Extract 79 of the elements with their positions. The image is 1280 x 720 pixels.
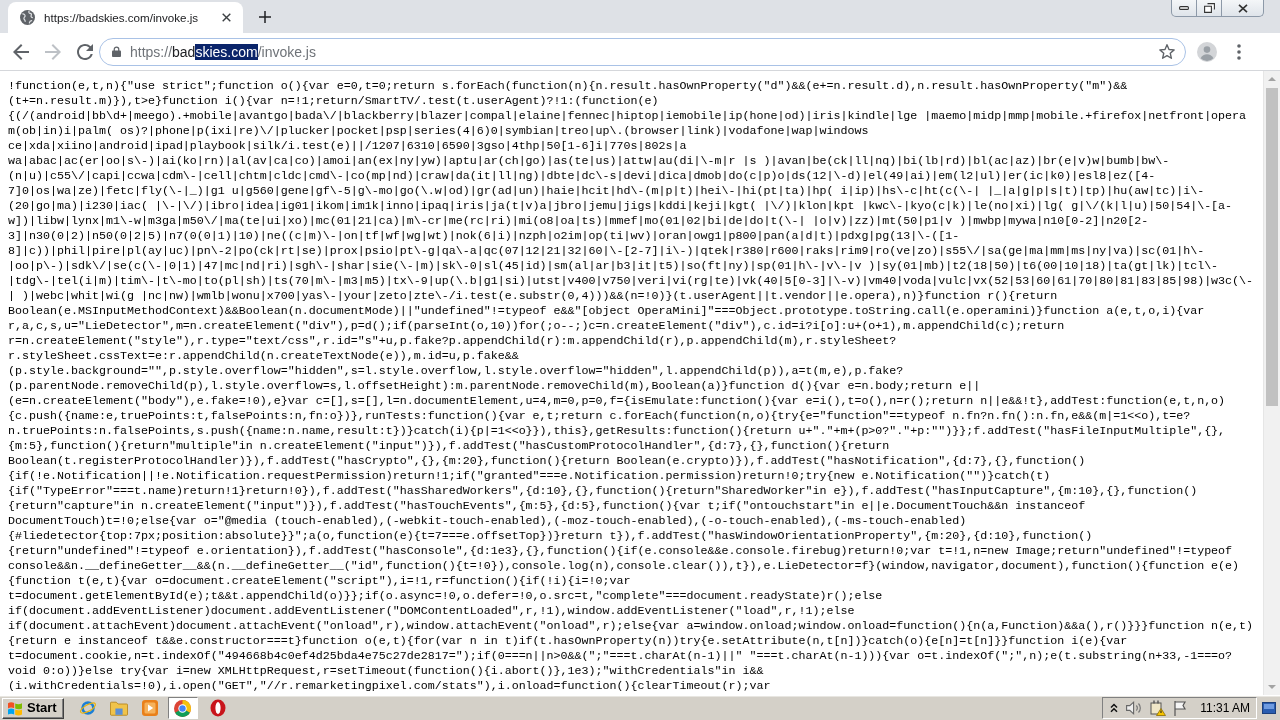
code-line: {return e instanceof t&&e.constructor===t}function o(e,t){for(var n in t)if(t.hasOwnProperty(n))try{e.setAttribute(n,t[n])}catch(o){e[n]=t[n]}}function i(e){var bbox=[8, 634, 1129, 649]
code-line: |tdg\-|tel(i|m)|tim\-|t\-mo|to(pl|sh)|ts(70|m\-|m3|m5)|tx\-9|up(\.b|g1|si)|utst|v400|v750|veri|vi(rg|te)|vk(40|5[0-3]|\-v)|vm40|voda|vulc|vx(52|53|60|61|70|80|81|83|85|98)|w3c(\- bbox=[8, 274, 1255, 289]
code-line: if(document.addEventListener)document.addEventListener("DOMContentLoaded",r,!1),window.addEventListener("load",r,!1);else bbox=[8, 604, 856, 619]
close-window-button[interactable] bbox=[1222, 0, 1264, 17]
oval-ring-icon bbox=[209, 699, 226, 717]
network-warning-icon[interactable] bbox=[1150, 700, 1167, 716]
code-line: !function(e,t,n){"use strict";function o(){var e=0,t=0;return s.forEach(function(n){n.result.hasOwnProperty("d")&&(e+=n.result.d),n.result.hasOwnProperty("m")&& bbox=[8, 79, 1129, 94]
code-line: |oo|p\-)|sdk\/|se(c(\-|0|1)|47|mc|nd|ri)|sgh\-|shar|sie(\-|m)|sk\-0|sl(45|id)|sm(al|ar|b3|it|t5)|so(ft|ny)|sp(01|h\-|v\-|v )|sy(01|mb)|t2(18|50)|t6(00|10|18)|ta(gt|lk)|tcl\- bbox=[8, 259, 1220, 274]
avatar-icon bbox=[1197, 41, 1217, 62]
code-line: ce|xda|xiino|android|ipad|playbook|silk/i.test(e)||/1207|6310|6590|3gso|4thp|50[1-6]i|770s|802s|a bbox=[8, 139, 688, 154]
code-line: {(/(android|bb\d+|meego).+mobile|avantgo|bada\/|blackberry|blazer|compal|elaine|fennec|hiptop|iemobile|ip(hone|od)|iris|kindle|lge |maemo|midp|mmp|mobile.+firefox|netfront|opera bbox=[8, 109, 1248, 124]
flag-icon bbox=[7, 700, 23, 716]
code-line: {if(!e.Notification||!e.Notification.requestPermission)return!1;if("granted"===e.Notification.permission)return!0;try{new e.Notification("")}catch(t) bbox=[8, 469, 1052, 484]
code-line: r.styleSheet.cssText=e:r.appendChild(n.createTextNode(e)),m.id=u,p.fake&& bbox=[8, 349, 520, 364]
code-line: r,a,c,s,u="LieDetector",m=n.createElement("div"),p=d();if(parseInt(o,10))for(;o--;)c=n.createElement("div"),c.id=i?i[o]:u+(o+1),m.appendChild(c);return bbox=[8, 319, 1066, 334]
code-line: {return"undefined"!=typeof e.orientation}),f.addTest("hasConsole",{d:1e3},{},function(){if(e.console&&e.console.firebug)return!0;var t=!1,n=new Image;return"undefined"!=typeof bbox=[8, 544, 1234, 559]
right-arrow-icon bbox=[45, 43, 61, 60]
code-line: {c.push({name:e,truePoints:t,falsePoints:n,fn:o})},runTests:function(){var e,t;return c.forEach(function(n,o){try{e="function"==typeof n.fn?n.fn():n.fn,e&&(m|=1<<o),t=e? bbox=[8, 409, 1192, 424]
code-line: console&&n.__defineGetter__&&(n.__defineGetter__("id",function(){t=!0}),console.log(n),console.clear()),t}),e.LieDetector=f}(window,navigator,document),function(){function e(e) bbox=[8, 559, 1241, 574]
code-line: (p.parentNode.removeChild(p),l.style.overflow=s,l.offsetHeight):m.parentNode.removeChild(m),Boolean(a)}function d(){var e=n.body;return e|| bbox=[8, 379, 982, 394]
address-bar[interactable]: https://badskies.com/invoke.js bbox=[99, 37, 1186, 66]
segmented-circle-icon bbox=[174, 699, 192, 717]
clock-text: 11:31 AM bbox=[1200, 700, 1250, 717]
menu-icon bbox=[1237, 43, 1241, 60]
speaker-icon[interactable] bbox=[1126, 701, 1143, 715]
taskbar-button[interactable] bbox=[167, 697, 198, 719]
code-line: {m:5},function(){return"multiple"in n.createElement("input")}),f.addTest("hasCustomProtocolHandler",{d:7},{},function(){return bbox=[8, 439, 891, 454]
profile-button[interactable] bbox=[1195, 39, 1219, 64]
star-icon bbox=[1159, 44, 1175, 59]
code-line: 7]0|os|wa|ze)|fetc|fly(\-|_)|g1 u|g560|gene|gf\-5|g\-mo|go(\.w|od)|gr(ad|un)|haie|hcit|hd\-(m|p|t)|hei\-|hi(pt|ta)|hp( i|ip)|hs\-c|ht(c(\-| |_|a|g|p|s|t)|tp)|hu(aw|tc)|i\- bbox=[8, 184, 1206, 199]
play-tile-icon bbox=[141, 700, 158, 716]
code-line: n.truePoints:n.falsePoints,s.push({name:n.name,result:t})}catch(i){p|=1<<o}}),this},getResults:function(){return u+"."+m+(p>0?"."+p:"")}};f.addTest("hasFileInputMultiple",{}, bbox=[8, 424, 1227, 439]
restore-icon bbox=[1203, 3, 1215, 13]
left-arrow-icon bbox=[13, 43, 29, 60]
scrollbar-thumb[interactable] bbox=[1266, 88, 1278, 406]
folder-icon bbox=[109, 700, 128, 716]
reload-icon bbox=[77, 43, 93, 60]
code-line: | )|webc|whit|wi(g |nc|nw)|wmlb|wonu|x700|yas\-|your|zeto|zte\-/i.test(e.substr(0,4)))&&(n=!0)}(t.userAgent||t.vendor||e.opera),n)}function r(){return bbox=[8, 289, 1059, 304]
code-line: wa|abac|ac(er|oo|s\-)|ai(ko|rn)|al(av|ca|co)|amoi|an(ex|ny|yw)|aptu|ar(ch|go)|as(te|us)|attw|au(di|\-m|r |s )|avan|be(ck|ll|nq)|bi(lb|rd)|bl(ac|az)|br(e|v)w|bumb|bw\- bbox=[8, 154, 1171, 169]
code-line: (p.style.background="",p.style.overflow="hidden",s=l.style.overflow,l.style.overflow="hidden",l.appendChild(p)),a=t(m,e),p.fake? bbox=[8, 364, 905, 379]
globe-icon bbox=[20, 10, 35, 25]
code-line: void 0:o))}else try{var i=new XMLHttpRequest,r=setTimeout(function(){i.abort()},1e3);"withCredentials"in i&& bbox=[8, 664, 765, 679]
minimize-button[interactable] bbox=[1171, 0, 1197, 17]
code-line: (i.withCredentials=!0),i.open("GET","//r.remarketingpixel.com/stats"),i.onload=function(){clearTimeout(r);var bbox=[8, 679, 772, 694]
plus-icon bbox=[259, 11, 271, 23]
code-line: Boolean(t.registerProtocolHandler)}),f.addTest("hasCrypto",{},{m:20},function(){return Boolean(e.crypto)}),f.addTest("hasNotification",{d:7},{},function() bbox=[8, 454, 1087, 469]
code-line: m(ob|in)i|palm( os)?|phone|p(ixi|re)\/|plucker|pocket|psp|series(4|6)0|symbian|treo|up\.(browser|link)|vodafone|wap|windows bbox=[8, 124, 870, 139]
bookmark-button[interactable] bbox=[1159, 44, 1175, 59]
lock-icon bbox=[112, 46, 121, 57]
start-button[interactable]: Start bbox=[2, 697, 64, 719]
close-icon bbox=[1237, 3, 1248, 13]
url-text: https://badskies.com/invoke.js bbox=[130, 42, 317, 61]
double-caret-up-icon[interactable] bbox=[1110, 703, 1119, 713]
code-line: Boolean(e.MSInputMethodContext)&&Boolean(n.documentMode)||"undefined"!=typeof e&&"[object OperaMini]"===Object.prototype.toString.call(e.operamini)}function a(e,t,o,i){var bbox=[8, 304, 1206, 319]
flag-icon[interactable] bbox=[1174, 700, 1189, 716]
close-icon bbox=[221, 13, 231, 22]
orbit-ring-icon bbox=[78, 699, 97, 717]
code-line: w])|libw|lynx|m1\-w|m3ga|m50\/|ma(te|ui|xo)|mc(01|21|ca)|m\-cr|me(rc|ri)|mi(o8|oa|ts)|mmef|mo(01|02|bi|de|do|t(\-| |o|v)|zz)|mt(50|p1|v )|mwbp|mywa|n10[0-2]|n20[2- bbox=[8, 214, 1150, 229]
code-line: (t+=n.result.m)}),t>e}function i(){var n=!1;return/SmartTV/.test(t.userAgent)?!1:(function(e) bbox=[8, 94, 660, 109]
caret-up-icon bbox=[1268, 77, 1276, 81]
minimize-icon bbox=[1179, 6, 1189, 10]
code-line: (n|u)|c55\/|capi|ccwa|cdm\-|cell|chtm|cldc|cmd\-|co(mp|nd)|craw|da(it|ll|ng)|dbte|dc\-s|devi|dica|dmob|do(c|p)o|ds(12|\-d)|el(49|ai)|em(l2|ul)|er(ic|k0)|esl8|ez([4- bbox=[8, 169, 1157, 184]
code-line: 8]|c))|phil|pire|pl(ay|uc)|pn\-2|po(ck|rt|se)|prox|psio|pt\-g|qa\-a|qc(07|12|21|32|60|\-[2-7]|i\-)|qtek|r380|r600|raks|rim9|ro(ve|zo)|s55\/|sa(ge|ma|mm|ms|ny|va)|sc(01|h\- bbox=[8, 244, 1206, 259]
code-line: DocumentTouch)t=!0;else{var o="@media (touch-enabled),(-webkit-touch-enabled),(-moz-touch-enabled),(-o-touch-enabled),(-ms-touch-enabled) bbox=[8, 514, 968, 529]
code-line: {if("TypeError"===t.name)return!1}return!0}),f.addTest("hasSharedWorkers",{d:10},{},function(){return"SharedWorker"in e}),f.addTest("hasInputCapture",{m:10},{},function() bbox=[8, 484, 1199, 499]
code-line: if(document.attachEvent)document.attachEvent("onload",r),window.attachEvent("onload",r);else{var a=window.onload;window.onload=function(){n(a,Function)&&a(),r()}}}function n(e,t) bbox=[8, 619, 1255, 634]
code-line: {function t(e,t){var o=document.createElement("script"),i=!1,r=function(){if(!i){i=!0;var bbox=[8, 574, 632, 589]
code-line: {return"capture"in n.createElement("input")}),f.addTest("hasTouchEvents",{m:5},{d:5},function(){var t;if("ontouchstart"in e||e.DocumentTouch&&n instanceof bbox=[8, 499, 1087, 514]
caret-down-icon bbox=[1268, 685, 1276, 689]
code-line: (20|go|ma)|i230|iac( |\-|\/)|ibro|idea|ig01|ikom|im1k|inno|ipaq|iris|ja(t|v)a|jbro|jemu|jigs|kddi|keji|kgt( |\/)|klon|kpt |kwc\-|kyo(c|k)|le(no|xi)|lg( g|\/(k|l|u)|50|54|\-[a- bbox=[8, 199, 1234, 214]
screen-icon bbox=[1262, 702, 1276, 714]
code-line: 3]|n30(0|2)|n50(0|2|5)|n7(0(0|1)|10)|ne((c|m)\-|on|tf|wf|wg|wt)|nok(6|i)|nzph|o2im|op(ti|wv)|oran|owg1|p800|pan(a|d|t)|pdxg|pg(13|\-([1- bbox=[8, 229, 961, 244]
code-line: r=n.createElement("style"),r.type="text/css",r.id="s"+u,p.fake?p.appendChild(r):m.appendChild(r),p.appendChild(m),r.styleSheet? bbox=[8, 334, 898, 349]
browser-tab[interactable]: https://badskies.com/invoke.js bbox=[8, 2, 243, 33]
code-line: t=document.cookie,n=t.indexOf("494668b4c0ef4d25bda4e75c27de2817=");if(0===n||n>0&&(";"===t.charAt(n-1)||" "===t.charAt(n-1))){var o=t.indexOf(";",n);e(t.substring(n+33,-1===o? bbox=[8, 649, 1234, 664]
code-line: (e=n.createElement("body"),e.fake=!0),e}var c=[],s=[],l=n.documentElement,u=4,m=0,p=0,f={isEmulate:function(){var e=i(),t=o(),n=r();return n||e&&!t},addTest:function(e,t,n,o) bbox=[8, 394, 1227, 409]
code-line: t=document.getElementById(e);t&&t.appendChild(o)}};if(o.async=!0,o.defer=!0,o.src=t,"complete"===document.readyState)r();else bbox=[8, 589, 884, 604]
code-line: {#liedetector{top:7px;position:absolute}}";a(o,function(e){t=7===e.offsetTop})}return t}),f.addTest("hasWindowOrientationProperty",{m:20},{d:10},function() bbox=[8, 529, 1094, 544]
restore-button[interactable] bbox=[1197, 0, 1222, 17]
